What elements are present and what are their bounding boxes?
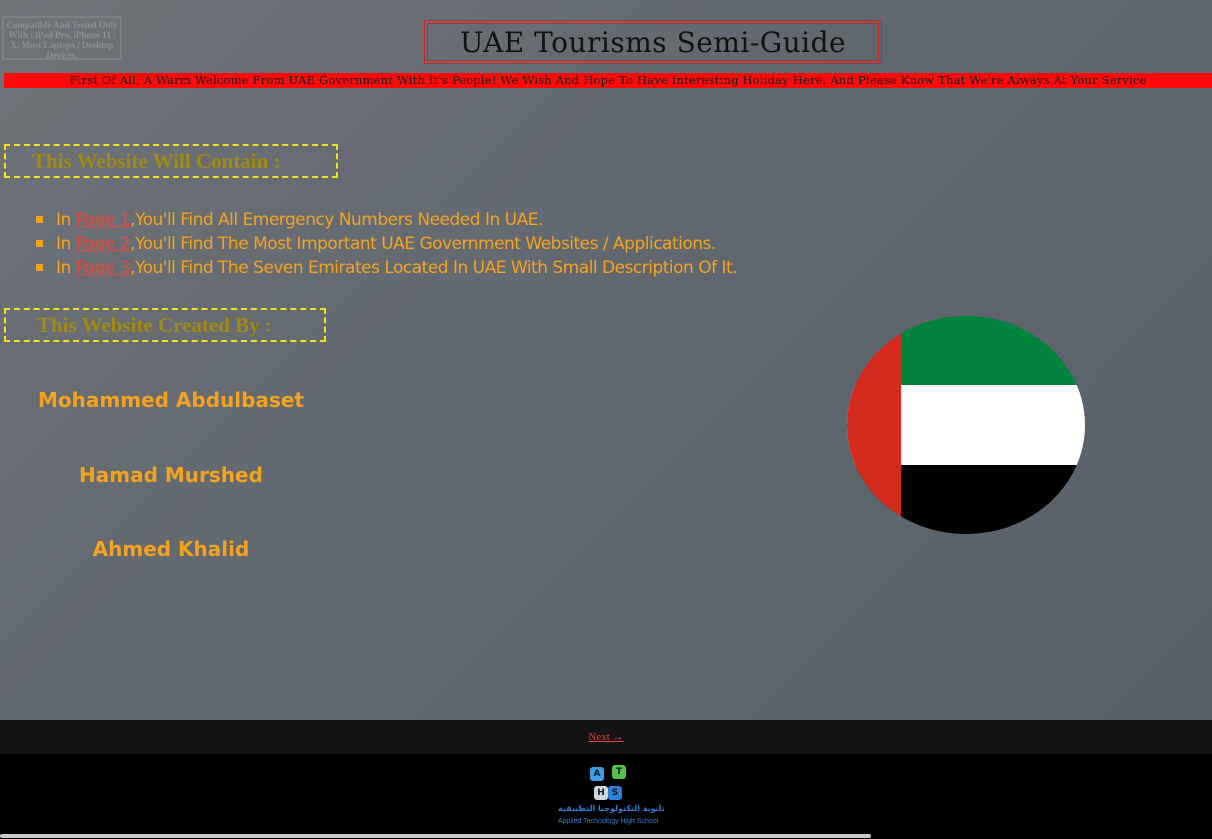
page-1-link[interactable]: Page 1 — [76, 210, 131, 230]
list-item: In Page 2,You'll Find The Most Important… — [36, 232, 737, 256]
flag-red-band — [847, 316, 901, 534]
list-item: In Page 1,You'll Find All Emergency Numb… — [36, 208, 737, 232]
list-item-text: ,You'll Find The Seven Emirates Located … — [130, 258, 738, 278]
created-by-heading: This Website Created By : — [4, 308, 326, 342]
logo-english-text: Applied Technology High School — [558, 818, 659, 825]
list-item-text: ,You'll Find The Most Important UAE Gove… — [130, 234, 716, 254]
aths-logo-icon: A T H S ثانوية التكنولوجيا التطبيقية App… — [558, 762, 665, 830]
contents-list: In Page 1,You'll Find All Emergency Numb… — [36, 208, 738, 280]
contents-heading: This Website Will Contain : — [4, 144, 338, 178]
logo-arabic-text: ثانوية التكنولوجيا التطبيقية — [558, 804, 665, 813]
list-item-prefix: In — [56, 258, 76, 278]
page-3-link[interactable]: Page 3 — [76, 258, 131, 278]
author-name: Hamad Murshed — [79, 463, 263, 487]
page-title: UAE Tourisms Semi-Guide — [427, 23, 879, 61]
list-item-text: ,You'll Find All Emergency Numbers Neede… — [130, 210, 543, 230]
page-2-link[interactable]: Page 2 — [76, 234, 131, 254]
author-name: Ahmed Khalid — [92, 537, 250, 561]
compatibility-notice: Compatible And Tested Only With : iPad P… — [2, 16, 122, 60]
logo-tile: A — [590, 767, 604, 781]
bullet-icon — [36, 240, 43, 247]
list-item: In Page 3,You'll Find The Seven Emirates… — [36, 256, 738, 280]
page-title-frame: UAE Tourisms Semi-Guide — [424, 20, 882, 64]
bullet-icon — [36, 264, 43, 271]
list-item-prefix: In — [56, 210, 76, 230]
next-link[interactable]: Next → — [588, 731, 623, 743]
logo-tile: T — [612, 765, 626, 779]
footer: A T H S ثانوية التكنولوجيا التطبيقية App… — [0, 754, 1212, 839]
horizontal-scrollbar[interactable] — [0, 834, 871, 838]
author-name: Mohammed Abdulbaset — [38, 388, 304, 412]
logo-tile: S — [608, 786, 622, 800]
bullet-icon — [36, 216, 43, 223]
uae-flag-icon — [847, 316, 1085, 534]
nav-bar: Next → — [0, 720, 1212, 754]
logo-tile: H — [594, 786, 608, 800]
list-item-prefix: In — [56, 234, 76, 254]
welcome-banner: First Of All, A Warm Welcome From UAE Go… — [4, 73, 1212, 88]
